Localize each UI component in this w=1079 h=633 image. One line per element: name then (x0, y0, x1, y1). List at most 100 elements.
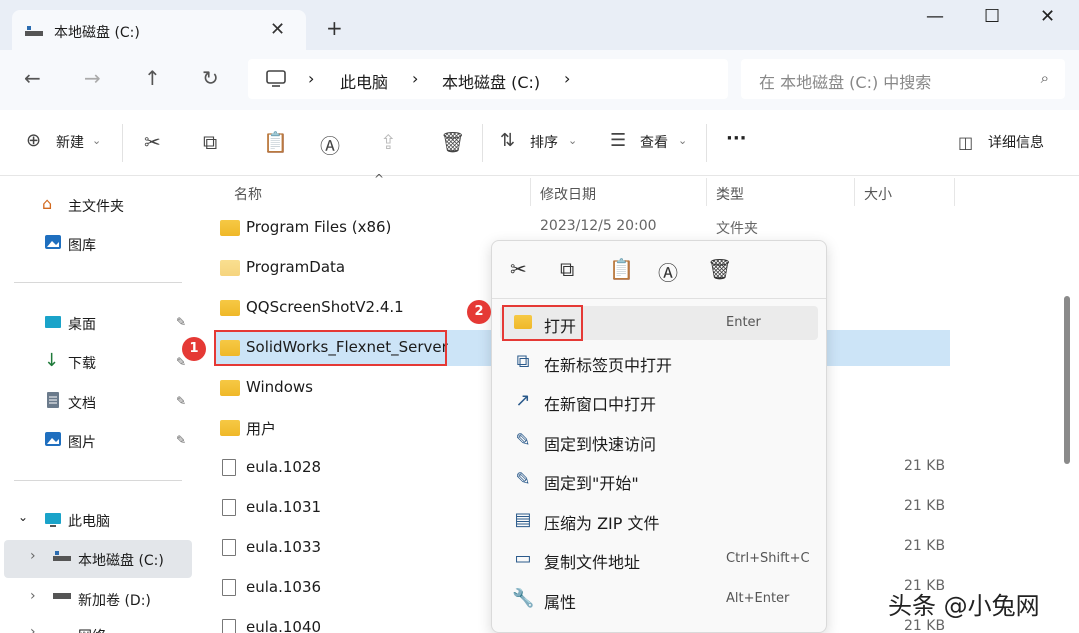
desktop-icon (45, 316, 61, 328)
cut-icon[interactable]: ✂ (144, 130, 161, 154)
sidebar-divider (14, 480, 182, 481)
menu-item-label: 属性 (544, 593, 577, 612)
breadcrumb-separator: › (308, 69, 315, 88)
chevron-right-icon[interactable]: › (30, 548, 36, 564)
tab-title: 本地磁盘 (C:) (54, 25, 140, 41)
sort-button[interactable]: 排序 (530, 132, 558, 152)
annotation-badge-2: 2 (467, 300, 491, 324)
file-name: ProgramData (246, 258, 346, 276)
menu-item-compress-zip[interactable]: ▤ 压缩为 ZIP 文件 (500, 503, 818, 537)
new-button[interactable]: 新建 (56, 132, 84, 152)
breadcrumb-this-pc[interactable]: 此电脑 (340, 69, 388, 93)
pin-icon[interactable]: ✎ (176, 433, 186, 447)
file-date: 2023/12/5 20:00 (540, 218, 657, 234)
command-bar: ⊕ 新建 ⌄ ✂ ⧉ 📋 Ⓐ ⇪ 🗑 ⇅ 排序 ⌄ ☰ 查看 ⌄ ··· ◫ 详… (0, 110, 1079, 176)
rename-icon[interactable]: Ⓐ (320, 130, 340, 159)
copy-icon[interactable]: ⧉ (203, 130, 217, 154)
menu-item-label: 固定到快速访问 (544, 435, 657, 454)
column-header-modified[interactable]: 修改日期 (540, 184, 596, 204)
file-name: eula.1040 (246, 618, 322, 633)
refresh-button[interactable]: ↻ (202, 66, 219, 90)
pin-icon[interactable]: ✎ (176, 394, 186, 408)
share-icon[interactable]: ⇪ (380, 130, 397, 154)
sidebar-item-documents[interactable]: 文档 (68, 393, 96, 413)
sidebar-item-pictures[interactable]: 图片 (68, 432, 96, 452)
cut-icon[interactable]: ✂ (510, 257, 527, 281)
sidebar-item-network[interactable]: 网络 (78, 626, 106, 633)
chevron-right-icon[interactable]: › (30, 588, 36, 604)
new-tab-button[interactable]: + (326, 16, 343, 40)
paste-icon[interactable]: 📋 (609, 257, 634, 281)
menu-item-pin-start[interactable]: ✎ 固定到"开始" (500, 463, 818, 497)
sidebar-item-this-pc[interactable]: 此电脑 (68, 511, 110, 531)
forward-button[interactable]: → (84, 66, 101, 90)
file-size: 21 KB (904, 498, 946, 514)
sidebar-item-downloads[interactable]: 下载 (68, 353, 96, 373)
menu-item-properties[interactable]: 🔧 属性 Alt+Enter (500, 582, 818, 616)
vertical-scrollbar[interactable] (1064, 296, 1070, 464)
copy-icon[interactable]: ⧉ (560, 257, 574, 281)
file-name: QQScreenShotV2.4.1 (246, 298, 404, 316)
drive-icon (25, 26, 43, 36)
delete-icon[interactable]: 🗑 (707, 257, 732, 281)
menu-item-label: 固定到"开始" (544, 474, 639, 493)
menu-item-open-new-window[interactable]: ↗ 在新窗口中打开 (500, 384, 818, 418)
column-divider (530, 178, 531, 206)
menu-shortcut: Enter (726, 315, 761, 330)
pin-icon: ✎ (515, 430, 531, 451)
chevron-down-icon[interactable]: ⌄ (18, 510, 28, 524)
breadcrumb-separator: › (412, 69, 419, 88)
close-window-button[interactable]: ✕ (1040, 6, 1055, 27)
more-options-button[interactable]: ··· (726, 128, 747, 149)
sidebar-item-d-drive[interactable]: 新加卷 (D:) (78, 590, 151, 610)
toolbar-divider (482, 124, 483, 162)
menu-shortcut: Ctrl+Shift+C (726, 551, 810, 566)
breadcrumb-separator[interactable]: › (564, 69, 570, 88)
view-icon: ☰ (610, 130, 627, 151)
home-icon: ⌂ (42, 194, 53, 213)
menu-item-label: 压缩为 ZIP 文件 (544, 514, 660, 533)
folder-icon (220, 420, 240, 436)
up-button[interactable]: ↑ (144, 66, 161, 90)
file-name: 用户 (246, 420, 277, 438)
folder-icon (220, 260, 240, 276)
sidebar-item-desktop[interactable]: 桌面 (68, 314, 96, 334)
minimize-button[interactable]: — (926, 6, 944, 27)
pin-icon[interactable]: ✎ (176, 315, 186, 329)
file-icon (222, 499, 236, 516)
menu-divider (492, 298, 826, 299)
menu-item-copy-path[interactable]: ▭ 复制文件地址 Ctrl+Shift+C (500, 542, 818, 576)
rename-icon[interactable]: Ⓐ (658, 257, 678, 286)
menu-item-open-new-tab[interactable]: ⧉ 在新标签页中打开 (500, 345, 818, 379)
chevron-right-icon[interactable]: › (30, 624, 36, 633)
search-input[interactable]: 在 本地磁盘 (C:) 中搜索 (759, 69, 931, 93)
address-bar[interactable]: › 此电脑 › 本地磁盘 (C:) › (248, 59, 728, 99)
column-header-type[interactable]: 类型 (716, 184, 744, 204)
sidebar-item-c-drive[interactable]: 本地磁盘 (C:) (78, 550, 164, 570)
pin-icon: ✎ (515, 469, 531, 490)
file-icon (222, 539, 236, 556)
view-button[interactable]: 查看 (640, 132, 668, 152)
paste-icon[interactable]: 📋 (263, 130, 288, 154)
menu-item-label: 复制文件地址 (544, 553, 641, 572)
details-pane-icon: ◫ (958, 133, 974, 152)
delete-icon[interactable]: 🗑 (440, 130, 465, 154)
sidebar-item-gallery[interactable]: 图库 (68, 235, 96, 255)
pictures-icon (45, 432, 61, 446)
file-name: eula.1036 (246, 578, 322, 596)
annotation-box-folder (214, 330, 447, 366)
menu-item-pin-quick-access[interactable]: ✎ 固定到快速访问 (500, 424, 818, 458)
breadcrumb-local-disk[interactable]: 本地磁盘 (C:) (442, 69, 540, 93)
back-button[interactable]: ← (24, 66, 41, 90)
folder-icon (220, 380, 240, 396)
navigation-bar: ← → ↑ ↻ › 此电脑 › 本地磁盘 (C:) › 在 本地磁盘 (C:) … (0, 50, 1079, 110)
details-button[interactable]: 详细信息 (988, 132, 1044, 152)
column-header-size[interactable]: 大小 (864, 184, 892, 204)
sidebar-item-home[interactable]: 主文件夹 (68, 196, 124, 216)
search-box[interactable]: 在 本地磁盘 (C:) 中搜索 ⌕ (741, 59, 1065, 99)
tab-close-icon[interactable]: ✕ (270, 19, 285, 40)
annotation-box-open (502, 305, 583, 341)
column-header-name[interactable]: 名称 (234, 184, 262, 204)
maximize-button[interactable]: ☐ (984, 6, 1000, 27)
new-tab-icon: ⧉ (516, 351, 530, 372)
